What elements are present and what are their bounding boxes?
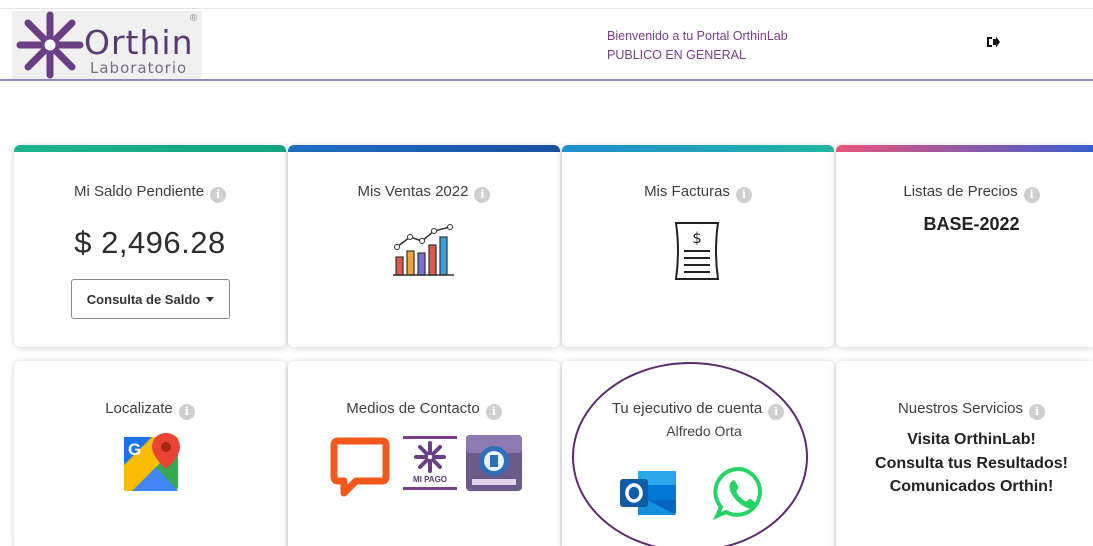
info-icon[interactable]: i <box>485 404 502 420</box>
info-icon[interactable]: i <box>735 187 752 203</box>
servicio-link-visita[interactable]: Visita OrthinLab! <box>850 431 1093 449</box>
ventas-card[interactable]: Mis Ventas 2022 i <box>288 145 560 347</box>
outlook-icon[interactable] <box>618 465 678 521</box>
contacto-title: Medios de Contacto i <box>288 400 560 420</box>
info-icon[interactable]: i <box>1023 187 1040 203</box>
ejecutivo-title: Tu ejecutivo de cuenta i <box>562 400 834 420</box>
whatsapp-icon[interactable] <box>712 465 768 521</box>
card-accent-bar <box>836 145 1093 152</box>
header: Orthin Laboratorio ® Bienvenido a tu Por… <box>0 9 1093 81</box>
saldo-amount: $ 2,496.28 <box>74 225 226 260</box>
mi-pago-label: MI PAGO <box>412 475 448 484</box>
facturas-card[interactable]: Mis Facturas i $ <box>562 145 834 347</box>
servicio-link-comunicados[interactable]: Comunicados Orthin! <box>850 478 1093 496</box>
client-name: PUBLICO EN GENERAL <box>607 48 746 62</box>
header-divider <box>0 79 1093 81</box>
localizate-card[interactable]: Localizate i G <box>14 361 286 546</box>
logo-wordmark: Orthin <box>84 23 194 62</box>
localizate-title: Localizate i <box>14 400 286 420</box>
card-accent-bar <box>288 145 560 152</box>
consulta-saldo-label: Consulta de Saldo <box>86 291 201 307</box>
orthin-flower-icon <box>16 11 84 79</box>
precios-title: Listas de Precios i <box>850 183 1093 203</box>
card-accent-bar <box>562 145 834 152</box>
servicio-link-resultados[interactable]: Consulta tus Resultados! <box>850 455 1093 473</box>
svg-text:$: $ <box>692 229 702 247</box>
info-icon[interactable]: i <box>1029 404 1046 420</box>
info-icon[interactable]: i <box>474 187 491 203</box>
chat-icon[interactable] <box>330 437 390 497</box>
card-accent-bar <box>14 145 286 152</box>
app-icon[interactable] <box>466 435 522 491</box>
precios-card[interactable]: Listas de Precios i BASE-2022 <box>836 145 1093 347</box>
saldo-card: Mi Saldo Pendiente i $ 2,496.28 Consulta … <box>14 145 286 347</box>
svg-text:G: G <box>128 440 141 459</box>
orthin-logo[interactable]: Orthin Laboratorio ® <box>12 11 202 79</box>
sign-out-icon[interactable] <box>986 36 1000 48</box>
price-list-name: BASE-2022 <box>923 214 1020 234</box>
executive-name: Alfredo Orta <box>666 423 742 439</box>
info-icon[interactable]: i <box>178 404 195 420</box>
consulta-saldo-dropdown[interactable]: Consulta de Saldo <box>71 279 230 319</box>
servicios-card: Nuestros Servicios i Visita OrthinLab! Co… <box>836 361 1093 546</box>
logo-subtitle: Laboratorio <box>90 59 188 77</box>
info-icon[interactable]: i <box>210 187 227 203</box>
ventas-title: Mis Ventas 2022 i <box>288 183 560 203</box>
contacto-card: Medios de Contacto i MI PAGO <box>288 361 560 546</box>
invoice-icon: $ <box>674 222 720 280</box>
saldo-title: Mi Saldo Pendiente i <box>14 183 286 203</box>
caret-down-icon <box>206 296 215 302</box>
welcome-block: Bienvenido a tu Portal OrthinLab PUBLICO… <box>607 27 788 65</box>
welcome-message: Bienvenido a tu Portal OrthinLab <box>607 29 788 43</box>
ejecutivo-card: Tu ejecutivo de cuenta i Alfredo Orta <box>562 361 834 546</box>
info-icon[interactable]: i <box>768 404 785 420</box>
google-maps-icon: G <box>124 433 180 491</box>
facturas-title: Mis Facturas i <box>562 183 834 203</box>
growth-chart-icon <box>393 224 454 276</box>
servicios-title: Nuestros Servicios i <box>850 400 1093 420</box>
mi-pago-icon[interactable]: MI PAGO <box>402 435 458 491</box>
registered-mark: ® <box>190 13 198 24</box>
